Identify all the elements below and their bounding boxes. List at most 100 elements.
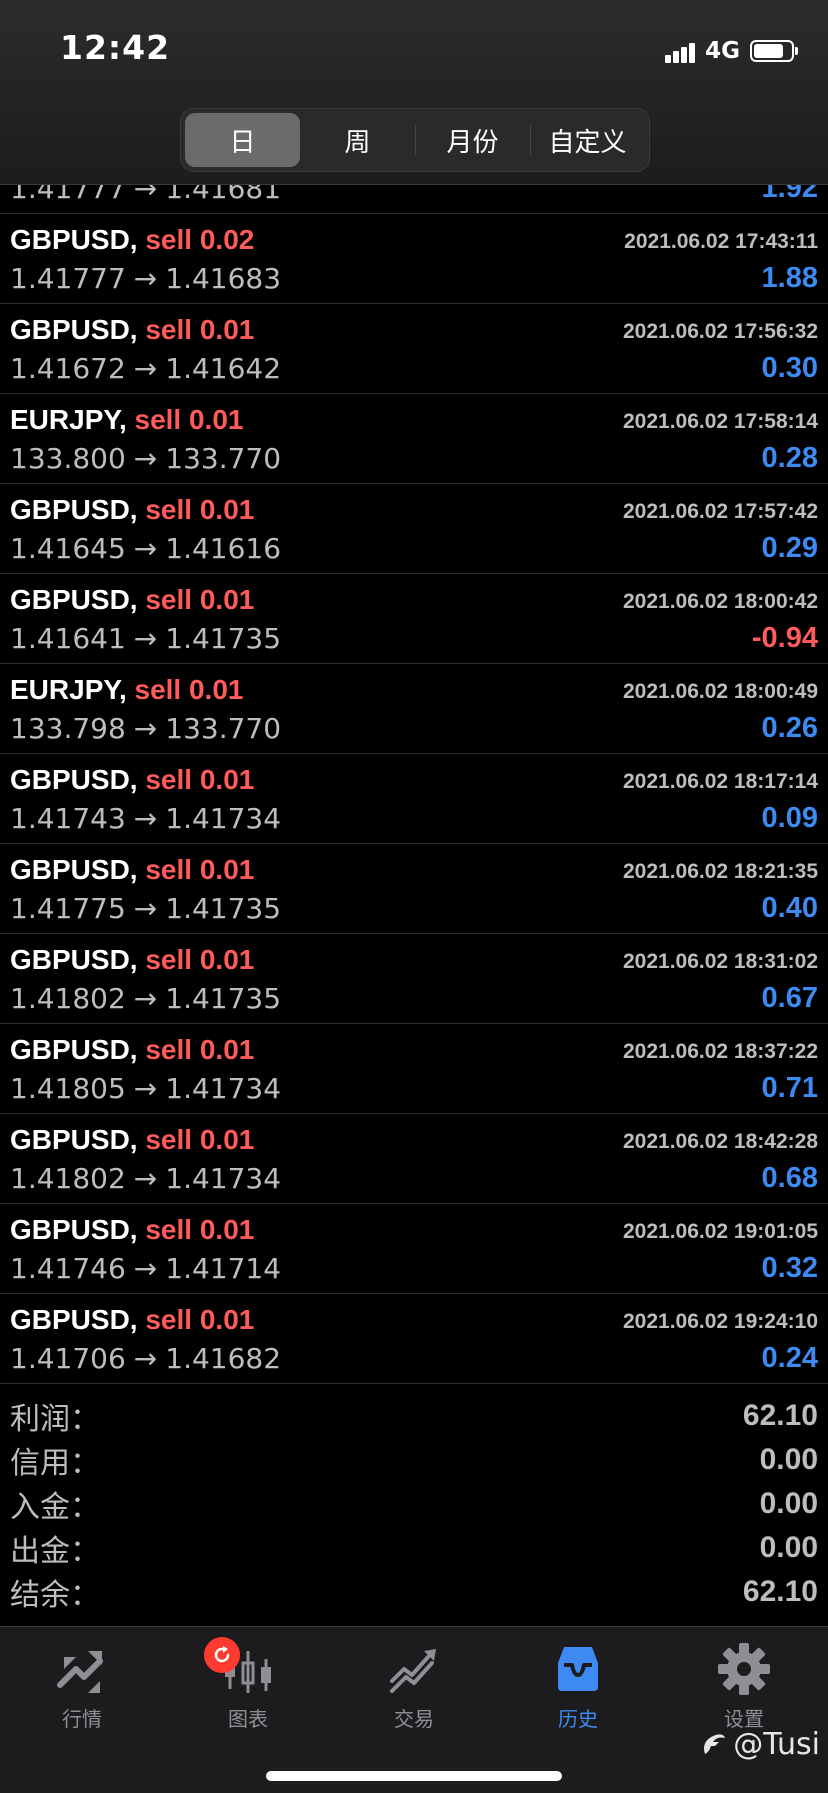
open-price: 1.41672 <box>10 352 126 385</box>
close-price: 1.41735 <box>165 622 282 655</box>
open-price: 1.41805 <box>10 1072 126 1105</box>
trade-symbol: EURJPY, <box>10 404 127 435</box>
open-price: 1.41775 <box>10 892 126 925</box>
arrow-right-icon: → <box>133 1162 158 1195</box>
segment-day[interactable]: 日 <box>185 113 300 167</box>
trade-profit: 0.28 <box>761 442 818 474</box>
summary-label: 入金： <box>10 1490 100 1525</box>
tab-trade-label: 交易 <box>394 1707 434 1731</box>
segment-month[interactable]: 月份 <box>415 113 530 167</box>
segment-custom[interactable]: 自定义 <box>530 113 645 167</box>
trade-side: sell <box>145 584 193 615</box>
trade-volume: 0.01 <box>188 404 244 435</box>
summary-value: 62.10 <box>742 1575 818 1608</box>
trade-row[interactable]: GBPUSD, sell 0.01 2021.06.02 18:31:02 1.41… <box>0 934 828 1024</box>
trade-time: 2021.06.02 18:00:49 <box>623 680 818 703</box>
open-price: 133.798 <box>10 712 126 745</box>
trade-symbol: GBPUSD, <box>10 224 138 255</box>
trade-prices: 1.41645 → 1.41616 <box>10 532 281 565</box>
trade-profit: 0.30 <box>761 352 818 384</box>
trade-volume: 0.01 <box>199 1124 255 1155</box>
tab-quotes[interactable]: 行情 <box>22 1641 142 1732</box>
trade-row[interactable]: EURJPY, sell 0.01 2021.06.02 17:58:14 133.… <box>0 394 828 484</box>
trade-row[interactable]: GBPUSD, sell 0.01 2021.06.02 18:37:22 1.41… <box>0 1024 828 1114</box>
trade-profit: 0.40 <box>761 892 818 924</box>
trade-side: sell <box>145 314 193 345</box>
summary-label: 利润： <box>10 1402 100 1437</box>
summary-row: 出金： 0.00 <box>0 1526 828 1570</box>
trade-volume: 0.01 <box>199 1214 255 1245</box>
trade-title: GBPUSD, sell 0.01 <box>10 494 254 526</box>
trade-time: 2021.06.02 18:21:35 <box>623 860 818 883</box>
summary-value: 0.00 <box>759 1443 818 1476</box>
trade-row[interactable]: GBPUSD, sell 0.01 2021.06.02 18:21:35 1.41… <box>0 844 828 934</box>
trade-icon <box>390 1649 436 1693</box>
trade-volume: 0.01 <box>199 944 255 975</box>
close-price: 1.41734 <box>165 1072 282 1105</box>
trade-symbol: GBPUSD, <box>10 1034 138 1065</box>
close-price: 1.41682 <box>165 1342 282 1375</box>
trade-symbol: GBPUSD, <box>10 314 138 345</box>
trade-prices: 1.41777 → 1.41683 <box>10 262 281 295</box>
trade-prices: 133.798 → 133.770 <box>10 712 281 745</box>
trade-title: GBPUSD, sell 0.02 <box>10 224 254 256</box>
open-price: 1.41743 <box>10 802 126 835</box>
home-indicator[interactable] <box>266 1771 562 1781</box>
trade-volume: 0.01 <box>199 314 255 345</box>
open-price: 1.41706 <box>10 1342 126 1375</box>
trade-side: sell <box>134 404 182 435</box>
trade-profit: 0.26 <box>761 712 818 744</box>
trade-row[interactable]: GBPUSD, sell 0.01 2021.06.02 19:24:10 1.41… <box>0 1294 828 1384</box>
trade-symbol: GBPUSD, <box>10 854 138 885</box>
trade-prices: 1.41746 → 1.41714 <box>10 1252 281 1285</box>
trade-prices: 1.41805 → 1.41734 <box>10 1072 281 1105</box>
trade-time: 2021.06.02 17:57:42 <box>623 500 818 523</box>
trade-title: GBPUSD, sell 0.01 <box>10 1034 254 1066</box>
trade-side: sell <box>145 764 193 795</box>
tab-chart-label: 图表 <box>228 1707 268 1731</box>
trade-row[interactable]: EURJPY, sell 0.01 2021.06.02 18:00:49 133.… <box>0 664 828 754</box>
trade-row[interactable]: GBPUSD, sell 0.01 2021.06.02 18:42:28 1.41… <box>0 1114 828 1204</box>
trade-title: EURJPY, sell 0.01 <box>10 404 243 436</box>
arrow-right-icon: → <box>133 1342 158 1375</box>
segment-week[interactable]: 周 <box>300 113 415 167</box>
trade-profit: 0.32 <box>761 1252 818 1284</box>
trade-row[interactable]: GBPUSD, sell 0.02 2021.06.02 17:43:11 1.41… <box>0 214 828 304</box>
trade-row[interactable]: GBPUSD, sell 0.01 2021.06.02 19:01:05 1.41… <box>0 1204 828 1294</box>
trade-row[interactable]: GBPUSD, sell 0.01 2021.06.02 18:00:42 1.41… <box>0 574 828 664</box>
trade-row[interactable]: GBPUSD, sell 0.01 2021.06.02 17:57:42 1.41… <box>0 484 828 574</box>
trade-side: sell <box>145 1304 193 1335</box>
trade-history-list[interactable]: 1.41777 → 1.41681 1.92 GBPUSD, sell 0.02 2021… <box>0 124 828 1384</box>
trade-side: sell <box>145 944 193 975</box>
trade-title: GBPUSD, sell 0.01 <box>10 1304 254 1336</box>
status-indicators: 4G <box>665 36 798 66</box>
arrow-right-icon: → <box>133 892 158 925</box>
trade-volume: 0.01 <box>199 1304 255 1335</box>
trade-profit: 1.88 <box>761 262 818 294</box>
trade-row[interactable]: GBPUSD, sell 0.01 2021.06.02 18:17:14 1.41… <box>0 754 828 844</box>
close-price: 133.770 <box>165 712 282 745</box>
trade-time: 2021.06.02 18:42:28 <box>623 1130 818 1153</box>
trade-time: 2021.06.02 19:01:05 <box>623 1220 818 1243</box>
period-segmented-control[interactable]: 日 周 月份 自定义 <box>180 108 650 172</box>
open-price: 1.41641 <box>10 622 126 655</box>
trade-symbol: GBPUSD, <box>10 494 138 525</box>
arrow-right-icon: → <box>133 622 158 655</box>
bottom-tab-bar: 行情 图表 交易 历史 设置 @Tusi <box>0 1626 828 1793</box>
trade-row[interactable]: GBPUSD, sell 0.01 2021.06.02 17:56:32 1.41… <box>0 304 828 394</box>
tab-history[interactable]: 历史 <box>518 1641 638 1732</box>
open-price: 1.41777 <box>10 262 126 295</box>
close-price: 1.41734 <box>165 802 282 835</box>
tab-trade[interactable]: 交易 <box>354 1641 474 1732</box>
tab-settings[interactable]: 设置 <box>684 1641 804 1732</box>
trade-prices: 1.41706 → 1.41682 <box>10 1342 281 1375</box>
tab-quotes-label: 行情 <box>62 1707 102 1731</box>
trade-symbol: GBPUSD, <box>10 1214 138 1245</box>
account-summary: 利润： 62.10 信用： 0.00 入金： 0.00 出金： 0.00 结余： 62.10 <box>0 1394 828 1614</box>
trade-title: GBPUSD, sell 0.01 <box>10 314 254 346</box>
trade-symbol: GBPUSD, <box>10 584 138 615</box>
trade-symbol: GBPUSD, <box>10 1304 138 1335</box>
summary-label: 信用： <box>10 1446 100 1481</box>
trade-symbol: EURJPY, <box>10 674 127 705</box>
watermark: @Tusi <box>699 1727 820 1762</box>
